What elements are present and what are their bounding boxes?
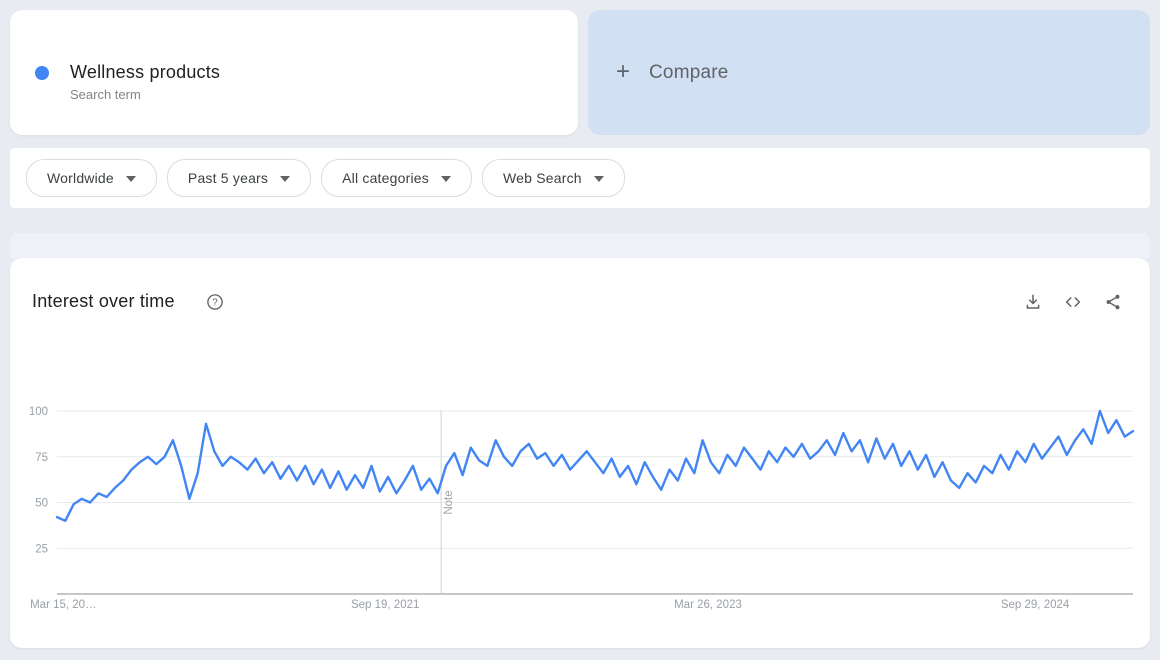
search-term-card[interactable]: Wellness products Search term [10, 10, 578, 135]
category-filter-dropdown[interactable]: All categories [321, 159, 472, 197]
term-type-label: Search term [70, 87, 141, 102]
chevron-down-icon [280, 176, 290, 182]
svg-text:75: 75 [35, 452, 48, 464]
geo-filter-dropdown[interactable]: Worldwide [26, 159, 157, 197]
svg-text:Note: Note [443, 490, 455, 514]
category-filter-label: All categories [342, 170, 429, 186]
chevron-down-icon [126, 176, 136, 182]
search-type-filter-label: Web Search [503, 170, 582, 186]
term-title: Wellness products [70, 62, 220, 83]
time-filter-dropdown[interactable]: Past 5 years [167, 159, 311, 197]
search-type-filter-dropdown[interactable]: Web Search [482, 159, 625, 197]
plus-icon: + [616, 60, 630, 84]
svg-text:Mar 26, 2023: Mar 26, 2023 [674, 599, 742, 611]
chevron-down-icon [594, 176, 604, 182]
filter-bar: Worldwide Past 5 years All categories We… [10, 148, 1150, 208]
time-filter-label: Past 5 years [188, 170, 268, 186]
svg-text:25: 25 [35, 543, 48, 555]
svg-text:Sep 19, 2021: Sep 19, 2021 [351, 599, 419, 611]
compare-label: Compare [649, 62, 729, 84]
geo-filter-label: Worldwide [47, 170, 114, 186]
svg-text:50: 50 [35, 498, 48, 510]
svg-text:Sep 29, 2024: Sep 29, 2024 [1001, 599, 1070, 611]
compare-button[interactable]: + Compare [588, 10, 1150, 135]
widget-strip [10, 233, 1150, 258]
svg-text:100: 100 [29, 406, 48, 418]
term-color-dot-icon [35, 66, 49, 80]
interest-over-time-panel: Interest over time ? 100755025NoteMar 15… [10, 258, 1150, 648]
interest-over-time-chart[interactable]: 100 75 50 25 Note Mar 15, 20… Sep 19, 2021 Mar … [10, 258, 1150, 648]
svg-text:Mar 15, 20…: Mar 15, 20… [30, 599, 96, 611]
chevron-down-icon [441, 176, 451, 182]
